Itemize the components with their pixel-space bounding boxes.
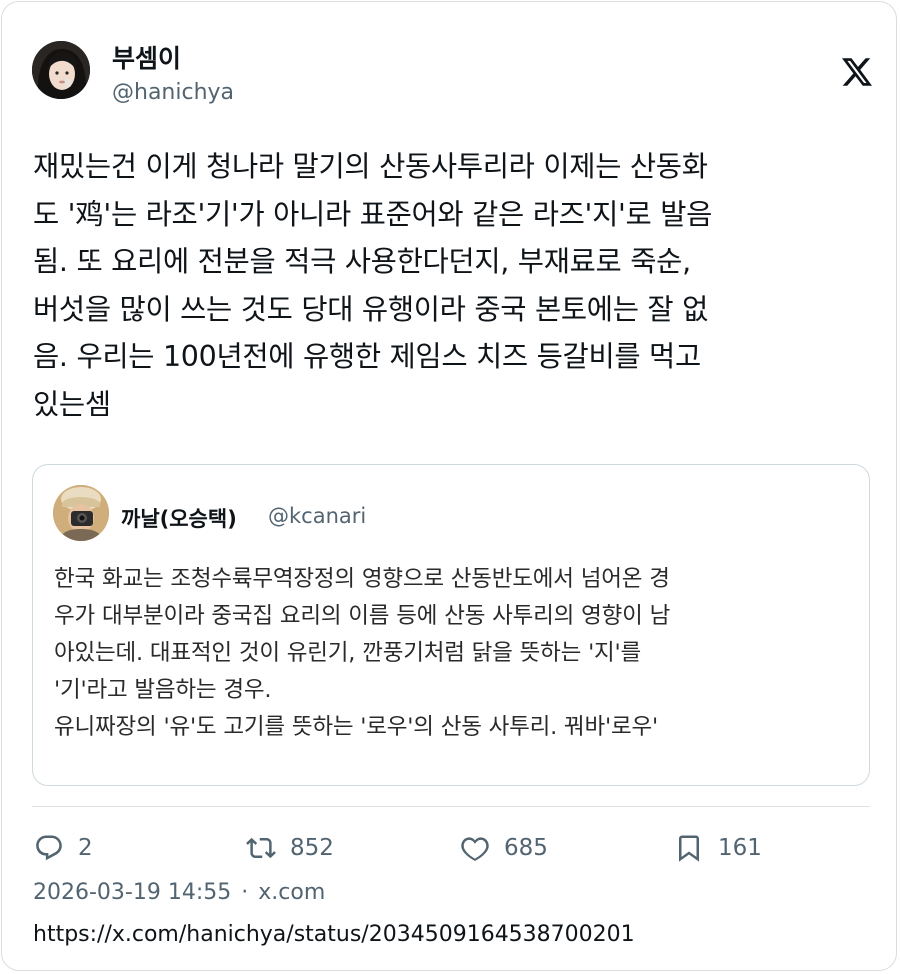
quoted-author-handle[interactable]: @kcanari bbox=[268, 504, 366, 528]
quoted-author-avatar-image bbox=[53, 485, 109, 541]
author-handle[interactable]: @hanichya bbox=[112, 80, 234, 105]
like-count: 685 bbox=[504, 835, 548, 861]
tweet-card: 부셈이 @hanichya 재밌는건 이게 청나라 말기의 산동사투리라 이제는… bbox=[1, 1, 897, 971]
tweet-text: 재밌는건 이게 청나라 말기의 산동사투리라 이제는 산동화 도 '鸡'는 라조… bbox=[33, 150, 713, 421]
source-label: x.com bbox=[258, 880, 326, 905]
author-avatar-image bbox=[32, 41, 90, 99]
author-display-name[interactable]: 부셈이 bbox=[112, 39, 181, 75]
like-button[interactable]: 685 bbox=[460, 830, 548, 866]
x-logo-icon[interactable] bbox=[842, 58, 872, 86]
quoted-author-avatar[interactable] bbox=[53, 485, 109, 541]
repost-icon bbox=[246, 837, 276, 859]
repost-button[interactable]: 852 bbox=[246, 830, 334, 866]
tweet-meta: 2026-03-19 14:55 · x.com bbox=[33, 880, 325, 905]
bookmark-icon bbox=[679, 835, 699, 862]
quoted-tweet-text: 한국 화교는 조청수륙무역장정의 영향으로 산동반도에서 넘어온 경 우가 대부… bbox=[54, 566, 671, 740]
timestamp[interactable]: 2026-03-19 14:55 bbox=[33, 880, 231, 905]
quoted-tweet[interactable]: 까날(오승택) @kcanari 한국 화교는 조청수륙무역장정의 영향으로 산… bbox=[32, 464, 870, 786]
bookmark-button[interactable]: 161 bbox=[674, 830, 762, 866]
bookmark-count: 161 bbox=[718, 835, 762, 861]
repost-count: 852 bbox=[290, 835, 334, 861]
author-avatar[interactable] bbox=[32, 41, 90, 99]
tweet-url[interactable]: https://x.com/hanichya/status/2034509164… bbox=[33, 922, 635, 947]
reply-icon bbox=[36, 835, 62, 861]
meta-separator: · bbox=[241, 880, 249, 905]
reply-count: 2 bbox=[78, 835, 93, 861]
reply-button[interactable]: 2 bbox=[34, 830, 93, 866]
quoted-author-display-name[interactable]: 까날(오승택) bbox=[121, 503, 237, 533]
actions-divider bbox=[32, 806, 870, 807]
heart-icon bbox=[461, 837, 489, 861]
